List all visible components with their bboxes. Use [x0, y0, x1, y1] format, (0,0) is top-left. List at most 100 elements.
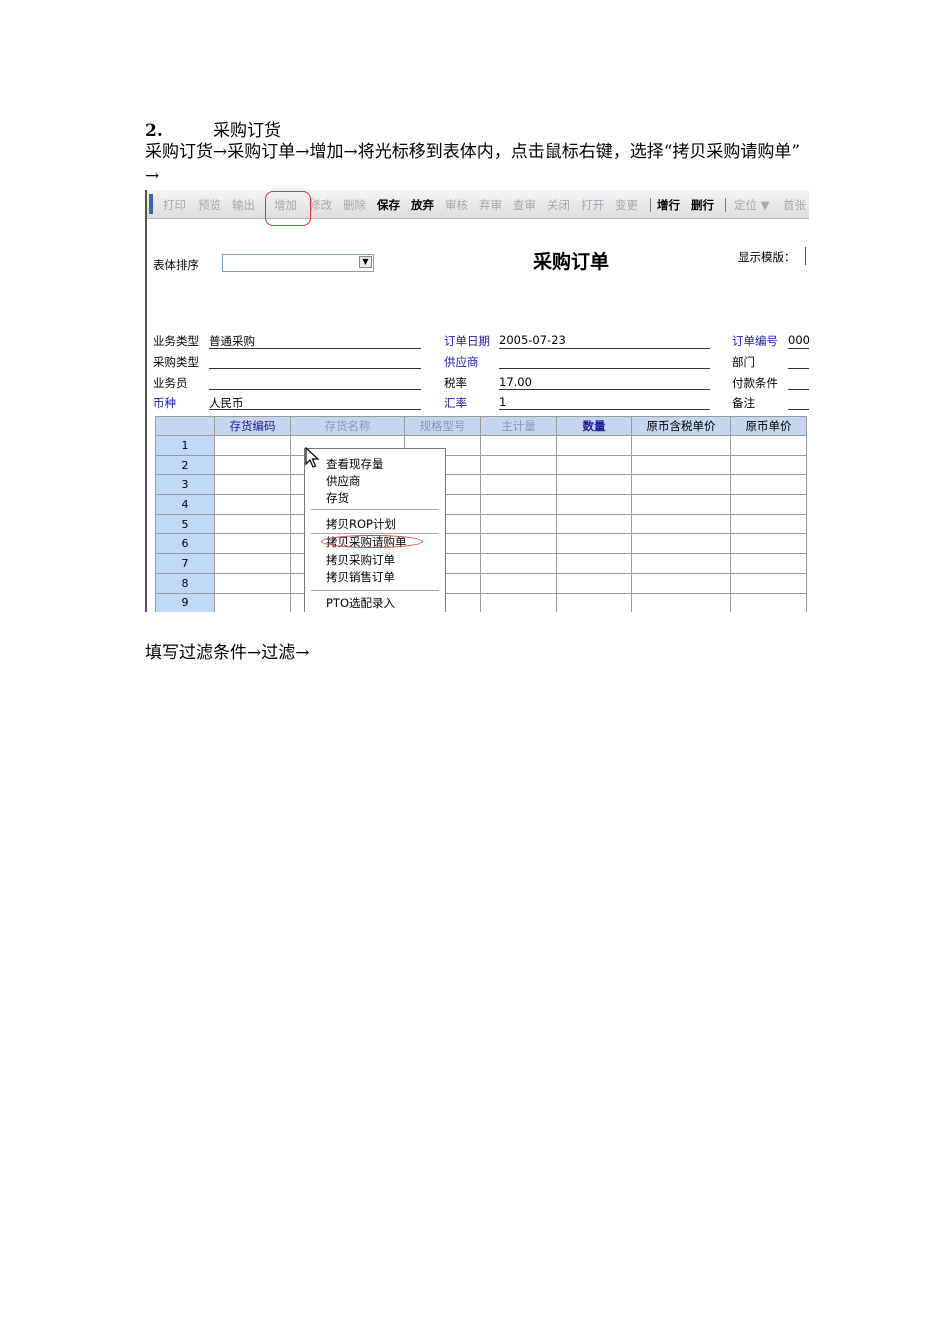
table-row[interactable]: 9: [155, 592, 807, 612]
export-button[interactable]: 输出: [232, 197, 255, 213]
payment-terms-field[interactable]: [788, 389, 809, 390]
template-select[interactable]: [805, 247, 809, 265]
table-cell[interactable]: [631, 513, 731, 535]
table-cell[interactable]: [214, 572, 291, 594]
row-number[interactable]: 8: [155, 572, 215, 594]
print-button[interactable]: 打印: [163, 197, 186, 213]
table-cell[interactable]: [631, 435, 731, 456]
table-row[interactable]: 6: [155, 533, 807, 555]
column-header[interactable]: 规格型号: [404, 416, 481, 436]
change-button[interactable]: 变更: [615, 197, 638, 213]
table-row[interactable]: 5: [155, 513, 807, 535]
biz-type-value[interactable]: 普通采购: [209, 333, 255, 349]
menu-item-pto-config[interactable]: PTO选配录入: [326, 595, 395, 611]
table-cell[interactable]: [480, 474, 557, 496]
chevron-down-icon[interactable]: ▼: [359, 256, 372, 268]
remark-field[interactable]: [788, 409, 809, 410]
close-button[interactable]: 关闭: [547, 197, 570, 213]
table-cell[interactable]: [631, 592, 731, 612]
add-row-button[interactable]: 增行: [657, 197, 680, 213]
table-row[interactable]: 3: [155, 474, 807, 496]
purchase-type-field[interactable]: [209, 368, 421, 369]
table-cell[interactable]: [631, 494, 731, 515]
order-no-value[interactable]: 000: [788, 333, 809, 347]
delete-button[interactable]: 删除: [343, 197, 366, 213]
preview-button[interactable]: 预览: [198, 197, 221, 213]
column-header[interactable]: 原币含税单价: [631, 416, 731, 436]
table-cell[interactable]: [556, 454, 632, 476]
table-cell[interactable]: [730, 513, 807, 535]
table-cell[interactable]: [480, 553, 557, 574]
table-cell[interactable]: [730, 474, 807, 496]
table-cell[interactable]: [556, 513, 632, 535]
approve-button[interactable]: 审核: [445, 197, 468, 213]
table-cell[interactable]: [556, 494, 632, 515]
column-header[interactable]: 存货编码: [214, 416, 291, 436]
row-number[interactable]: 1: [155, 435, 215, 456]
table-cell[interactable]: [214, 553, 291, 574]
table-cell[interactable]: [214, 474, 291, 496]
table-cell[interactable]: [556, 572, 632, 594]
row-number[interactable]: 3: [155, 474, 215, 496]
table-cell[interactable]: [730, 553, 807, 574]
table-cell[interactable]: [214, 533, 291, 555]
order-date-value[interactable]: 2005-07-23: [499, 333, 566, 347]
edit-button[interactable]: 修改: [309, 197, 332, 213]
table-cell[interactable]: [730, 572, 807, 594]
table-cell[interactable]: [556, 533, 632, 555]
table-cell[interactable]: [631, 533, 731, 555]
table-cell[interactable]: [480, 494, 557, 515]
table-cell[interactable]: [214, 454, 291, 476]
menu-item-supplier[interactable]: 供应商: [326, 473, 361, 489]
column-header[interactable]: 主计量: [480, 416, 557, 436]
row-number[interactable]: 4: [155, 494, 215, 515]
table-cell[interactable]: [730, 494, 807, 515]
dept-field[interactable]: [788, 368, 809, 369]
first-record-button[interactable]: 首张: [783, 197, 806, 213]
table-cell[interactable]: [556, 474, 632, 496]
table-cell[interactable]: [480, 572, 557, 594]
table-cell[interactable]: [480, 592, 557, 612]
table-cell[interactable]: [631, 553, 731, 574]
table-cell[interactable]: [730, 454, 807, 476]
row-number[interactable]: 9: [155, 592, 215, 612]
exchange-rate-value[interactable]: 1: [499, 395, 506, 409]
row-number[interactable]: 5: [155, 513, 215, 535]
salesman-field[interactable]: [209, 389, 421, 390]
table-cell[interactable]: [480, 513, 557, 535]
menu-item-copy-purchase-order[interactable]: 拷贝采购订单: [326, 552, 395, 568]
table-cell[interactable]: [214, 592, 291, 612]
table-cell[interactable]: [480, 435, 557, 456]
open-button[interactable]: 打开: [581, 197, 604, 213]
column-header[interactable]: 数量: [556, 416, 632, 436]
table-cell[interactable]: [214, 513, 291, 535]
table-cell[interactable]: [556, 592, 632, 612]
table-cell[interactable]: [480, 454, 557, 476]
table-cell[interactable]: [480, 533, 557, 555]
table-row[interactable]: 2: [155, 454, 807, 476]
table-row[interactable]: 7: [155, 553, 807, 574]
column-header[interactable]: 存货名称: [290, 416, 405, 436]
table-cell[interactable]: [556, 553, 632, 574]
check-approve-button[interactable]: 查审: [513, 197, 536, 213]
row-number[interactable]: 6: [155, 533, 215, 555]
table-cell[interactable]: [631, 572, 731, 594]
save-button[interactable]: 保存: [377, 197, 400, 213]
table-row[interactable]: 8: [155, 572, 807, 594]
discard-button[interactable]: 放弃: [411, 197, 434, 213]
delete-row-button[interactable]: 删行: [691, 197, 714, 213]
menu-item-copy-rop-plan[interactable]: 拷贝ROP计划: [326, 516, 396, 532]
column-header[interactable]: 原币单价: [730, 416, 807, 436]
table-cell[interactable]: [730, 533, 807, 555]
table-row[interactable]: 4: [155, 494, 807, 515]
menu-item-inventory[interactable]: 存货: [326, 490, 349, 506]
table-row[interactable]: 1: [155, 435, 807, 456]
table-cell[interactable]: [556, 435, 632, 456]
table-cell[interactable]: [631, 454, 731, 476]
table-cell[interactable]: [631, 474, 731, 496]
table-cell[interactable]: [730, 592, 807, 612]
locate-dropdown[interactable]: 定位 ▼: [734, 197, 770, 213]
supplier-field[interactable]: [499, 368, 710, 369]
table-cell[interactable]: [214, 494, 291, 515]
row-number[interactable]: 2: [155, 454, 215, 476]
